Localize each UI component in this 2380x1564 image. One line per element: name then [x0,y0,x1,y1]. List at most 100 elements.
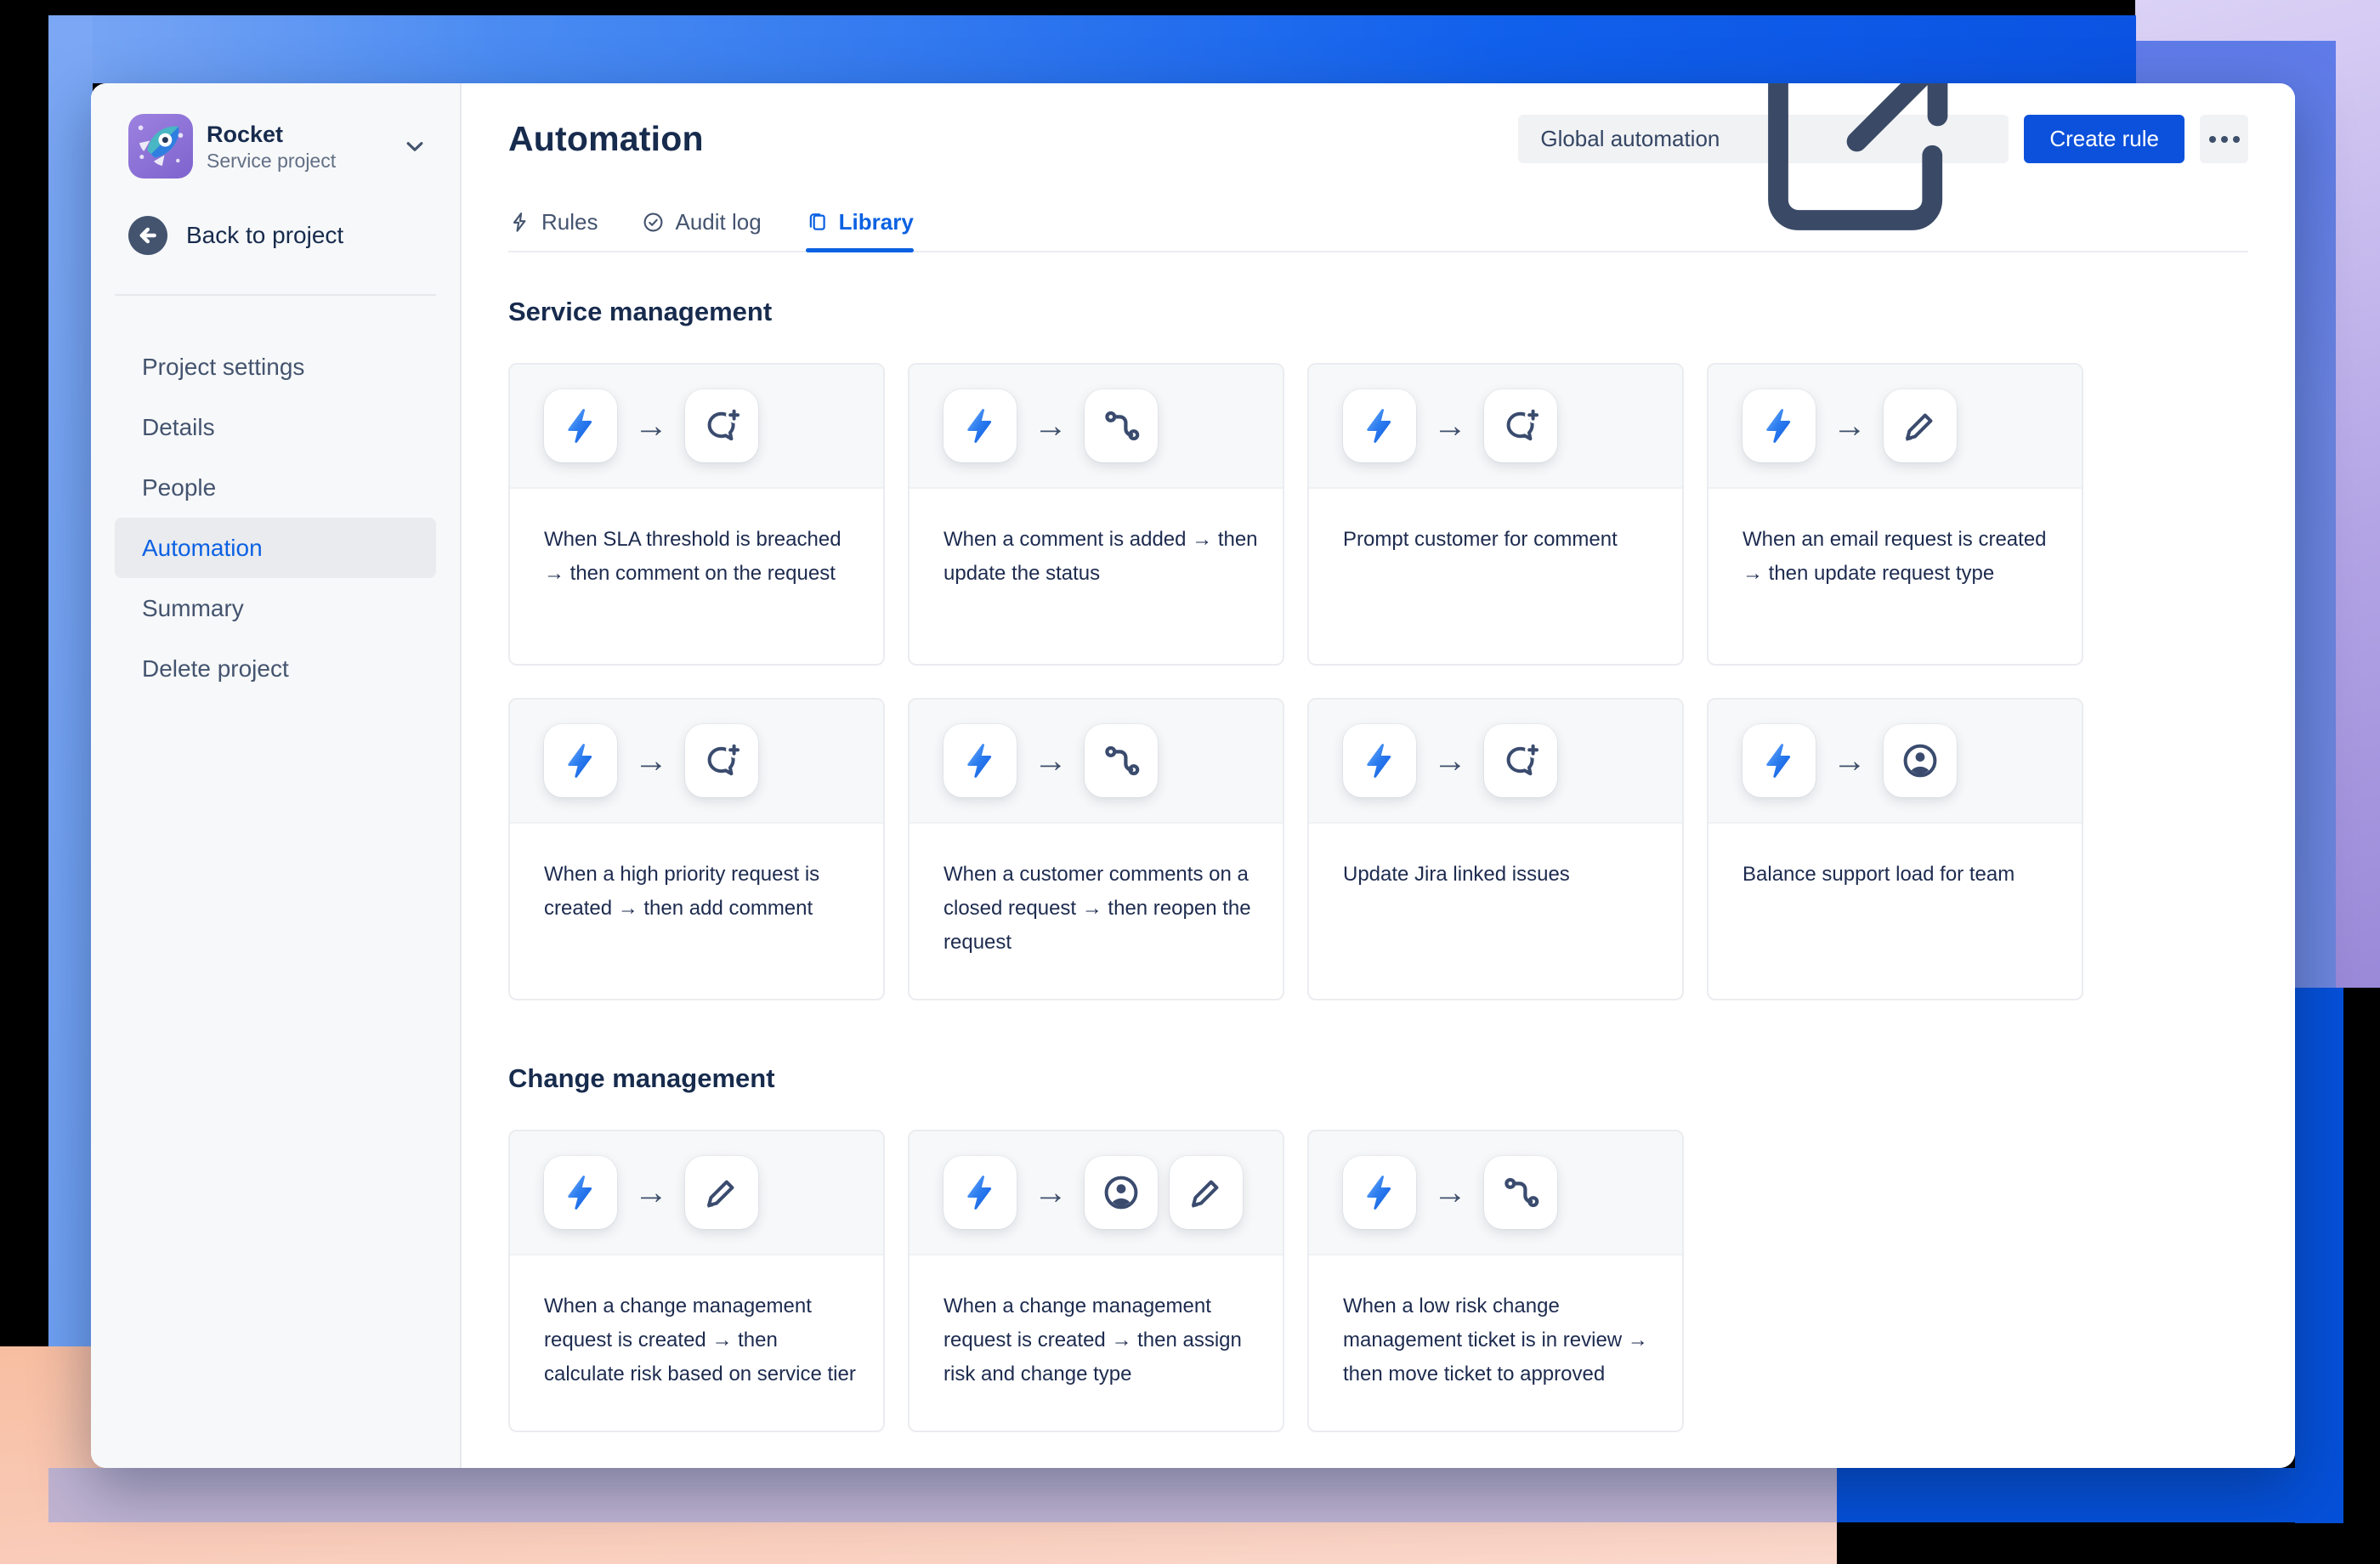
back-to-project-button[interactable]: Back to project [128,216,436,255]
tab-library[interactable]: Library [805,209,914,252]
edit-icon [685,1156,758,1229]
card-icon-row: → [1708,365,2082,489]
sidebar: Rocket Service project Back to project P… [91,83,462,1468]
automation-bolt-icon [544,1156,617,1229]
template-card[interactable]: → When a comment is added → then update t… [908,363,1284,666]
tab-bar: Rules Audit log Library [508,209,2248,252]
sidebar-item-label: Summary [142,594,244,621]
comment-add-icon [1484,389,1557,462]
arrow-right-glyph: → [634,742,668,779]
card-icon-row: → [910,365,1283,489]
sidebar-item-label: People [142,473,217,501]
template-grid: → When a change management request is cre… [508,1130,2248,1432]
project-avatar [128,114,193,178]
card-icon-row: → [510,1131,883,1255]
automation-bolt-icon [1343,724,1416,797]
decor-mauve-band [48,1468,1837,1522]
automation-bolt-icon [544,389,617,462]
project-switcher[interactable]: Rocket Service project [128,114,429,178]
template-card[interactable]: → When SLA threshold is breached → then c… [508,363,885,666]
arrow-right-glyph: → [1433,742,1467,779]
project-name: Rocket [207,121,284,147]
card-description: Update Jira linked issues [1343,863,1570,886]
template-card[interactable]: → When a change management request is cre… [508,1130,885,1432]
section-change-management: Change management → When a change manageme… [508,1063,2248,1432]
template-card[interactable]: → When an email request is created → then… [1707,363,2083,666]
card-icon-row: → [1309,1131,1682,1255]
card-description: When a change management request is crea… [944,1295,1242,1386]
card-icon-row: → [510,700,883,824]
section-title: Service management [508,297,773,326]
arrow-right-glyph: → [1433,407,1467,445]
workflow-icon [1484,1156,1557,1229]
template-card[interactable]: → When a high priority request is created… [508,698,885,1000]
chevron-down-icon[interactable] [400,132,429,161]
external-link-icon [1731,83,1986,267]
tab-label: Audit log [675,209,762,235]
rocket-icon [128,112,193,181]
automation-bolt-icon [944,389,1017,462]
arrow-right-glyph: → [1833,742,1867,779]
template-card[interactable]: → When a low risk change management ticke… [1307,1130,1684,1432]
decor-blue-frame-top [48,15,2136,83]
template-card[interactable]: → When a customer comments on a closed re… [908,698,1284,1000]
decor-blue-frame-left [48,15,93,1346]
arrow-right-glyph: → [634,1174,668,1211]
template-sections: Service management → When SLA threshold is… [508,297,2248,1432]
sidebar-item-label: Details [142,413,215,440]
tab-rules[interactable]: Rules [508,209,598,251]
card-description: When a high priority request is created … [544,863,820,920]
template-card[interactable]: → Update Jira linked issues [1307,698,1684,1000]
card-icon-row: → [1309,700,1682,824]
library-pages-icon [806,211,829,234]
more-actions-button[interactable] [2200,115,2248,163]
card-description: When SLA threshold is breached → then co… [544,528,842,585]
sidebar-nav: Project settings Details People Automation S… [115,337,436,699]
card-description: When a comment is added → then update th… [944,528,1258,585]
card-icon-row: → [510,365,883,489]
section-service-management: Service management → When SLA threshold is… [508,297,2248,1000]
sidebar-item-project-settings[interactable]: Project settings [115,337,436,397]
create-rule-label: Create rule [2049,126,2159,151]
card-icon-row: → [910,1131,1283,1255]
app-window: Rocket Service project Back to project P… [91,83,2295,1468]
workflow-icon [1085,724,1158,797]
sidebar-item-delete-project[interactable]: Delete project [115,638,436,699]
sidebar-item-label: Delete project [142,654,289,682]
card-description: When a change management request is crea… [544,1295,856,1386]
automation-bolt-icon [1742,389,1816,462]
arrow-right-glyph: → [1034,1174,1068,1211]
sidebar-item-automation[interactable]: Automation [115,518,436,578]
decor-deep-blue-strip [2295,988,2343,1523]
arrow-right-glyph: → [1034,407,1068,445]
ellipsis-icon [2208,135,2216,143]
header-actions: Global automation Create rule [1518,83,2248,230]
arrow-right-glyph: → [634,407,668,445]
sidebar-item-summary[interactable]: Summary [115,578,436,638]
card-icon-row: → [910,700,1283,824]
sidebar-item-details[interactable]: Details [115,397,436,457]
project-type: Service project [207,149,337,172]
create-rule-button[interactable]: Create rule [2024,115,2184,163]
tab-audit-log[interactable]: Audit log [642,209,762,251]
template-card[interactable]: → When a change management request is cre… [908,1130,1284,1432]
tab-label: Library [838,209,914,235]
check-circle-icon [642,211,665,234]
card-icon-row: → [1708,700,2082,824]
global-automation-button[interactable]: Global automation [1518,83,2009,230]
project-info: Rocket Service project [207,120,400,173]
template-card[interactable]: → Prompt customer for comment [1307,363,1684,666]
page-header: Automation Global automation Create rule [508,83,2248,230]
automation-bolt-icon [1343,1156,1416,1229]
card-icon-row: → [1309,365,1682,489]
edit-icon [1884,389,1957,462]
automation-bolt-icon [944,1156,1017,1229]
main-content: Automation Global automation Create rule… [462,83,2295,1468]
card-description: When an email request is created → then … [1742,528,2047,585]
template-card[interactable]: → Balance support load for team [1707,698,2083,1000]
workflow-icon [1085,389,1158,462]
arrow-right-glyph: → [1433,1174,1467,1211]
sidebar-item-people[interactable]: People [115,457,436,518]
card-description: Balance support load for team [1742,863,2015,886]
decor-deep-blue-band [1837,1468,2343,1522]
